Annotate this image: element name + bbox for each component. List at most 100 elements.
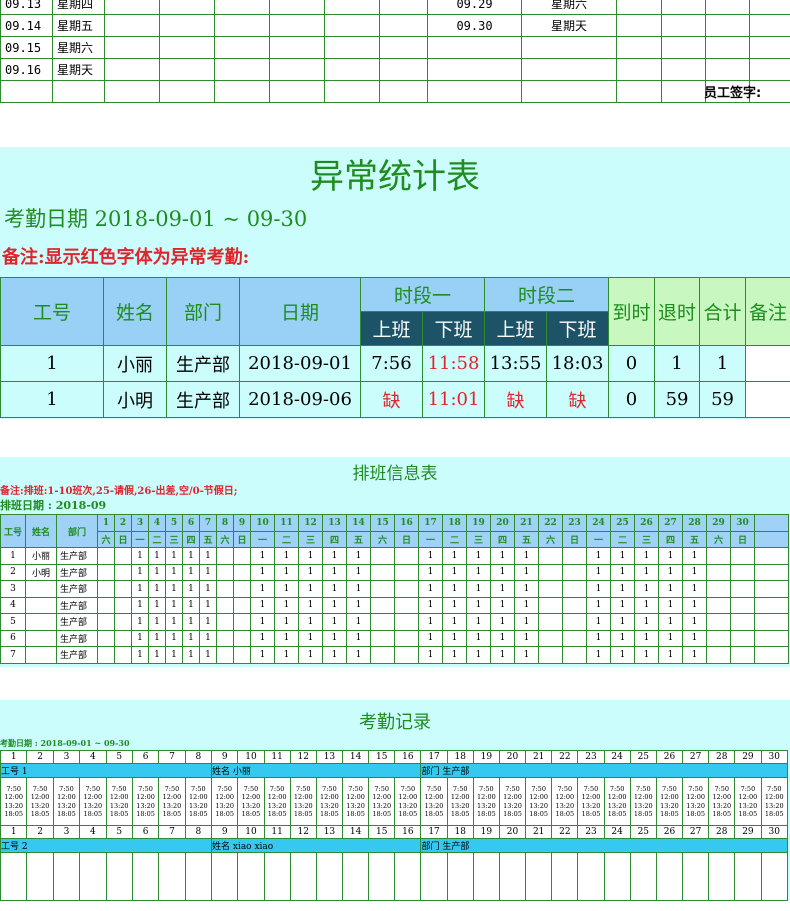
- cell-punches[interactable]: 7:50 12:00 13:20 18:05: [682, 777, 710, 826]
- cell-shift[interactable]: 1: [199, 580, 217, 598]
- cell-punches[interactable]: [525, 852, 553, 901]
- cell[interactable]: [379, 80, 428, 103]
- cell-shift[interactable]: 1: [586, 629, 611, 647]
- cell-shift[interactable]: 1: [199, 547, 217, 565]
- cell-shift[interactable]: 1: [682, 629, 707, 647]
- cell-shift[interactable]: 1: [322, 629, 347, 647]
- cell-shift[interactable]: 1: [466, 547, 491, 565]
- cell[interactable]: [324, 0, 380, 15]
- cell-shift[interactable]: 1: [131, 613, 149, 631]
- cell-punches[interactable]: [0, 852, 28, 901]
- cell-shift[interactable]: 1: [490, 547, 515, 565]
- cell[interactable]: [427, 80, 522, 103]
- cell-total[interactable]: 59: [699, 381, 747, 418]
- cell-weekday[interactable]: 星期五: [52, 14, 105, 37]
- cell-shift[interactable]: [730, 547, 755, 565]
- cell-punches[interactable]: 7:50 12:00 13:20 18:05: [629, 777, 657, 826]
- cell[interactable]: [661, 80, 706, 103]
- cell-shift[interactable]: [706, 613, 731, 631]
- cell-shift[interactable]: [233, 547, 251, 565]
- cell-punches[interactable]: 7:50 12:00 13:20 18:05: [655, 777, 684, 826]
- cell-shift[interactable]: 1: [490, 563, 515, 581]
- cell-shift[interactable]: [730, 596, 755, 614]
- cell-shift[interactable]: 1: [182, 563, 200, 581]
- cell[interactable]: [159, 14, 215, 37]
- cell-dept[interactable]: 生产部: [56, 563, 98, 581]
- cell-punches[interactable]: [263, 852, 291, 901]
- cell-shift[interactable]: 1: [131, 629, 149, 647]
- cell-date[interactable]: 09.13: [0, 0, 53, 15]
- cell-shift[interactable]: 1: [418, 547, 443, 565]
- cell-shift[interactable]: 1: [418, 580, 443, 598]
- cell-id[interactable]: 1: [0, 345, 104, 382]
- cell-punches[interactable]: 7:50 12:00 13:20 18:05: [394, 777, 422, 826]
- cell-shift[interactable]: 1: [514, 629, 539, 647]
- cell-shift[interactable]: 1: [586, 563, 611, 581]
- cell-shift[interactable]: 1: [418, 629, 443, 647]
- cell-punches[interactable]: 7:50 12:00 13:20 18:05: [420, 777, 448, 826]
- cell-shift[interactable]: 1: [442, 646, 467, 664]
- cell-punches[interactable]: 7:50 12:00 13:20 18:05: [551, 777, 579, 826]
- cell-remark[interactable]: [745, 345, 790, 382]
- cell-shift[interactable]: 1: [322, 646, 347, 664]
- cell-punches[interactable]: 7:50 12:00 13:20 18:05: [131, 777, 160, 826]
- cell-punches[interactable]: [368, 852, 396, 901]
- cell-shift[interactable]: 1: [514, 563, 539, 581]
- cell-weekday[interactable]: 星期六: [52, 36, 105, 59]
- cell-punches[interactable]: 7:50 12:00 13:20 18:05: [210, 777, 239, 826]
- cell-punches[interactable]: [237, 852, 265, 901]
- cell-shift[interactable]: 1: [418, 613, 443, 631]
- cell-punches[interactable]: [603, 852, 631, 901]
- cell-shift[interactable]: [538, 613, 563, 631]
- cell-id[interactable]: 5: [0, 613, 26, 631]
- cell-shift[interactable]: 1: [199, 629, 217, 647]
- cell[interactable]: [379, 58, 428, 81]
- cell-punches[interactable]: 7:50 12:00 13:20 18:05: [263, 777, 291, 826]
- cell-shift[interactable]: 1: [610, 596, 635, 614]
- cell-shift[interactable]: 1: [490, 580, 515, 598]
- cell-punches[interactable]: [105, 852, 133, 901]
- cell-shift[interactable]: [730, 646, 755, 664]
- cell-shift[interactable]: 1: [514, 596, 539, 614]
- cell-shift[interactable]: 1: [586, 547, 611, 565]
- cell-punches[interactable]: 7:50 12:00 13:20 18:05: [368, 777, 396, 826]
- cell[interactable]: [214, 80, 270, 103]
- cell[interactable]: [754, 580, 789, 598]
- cell-shift[interactable]: [562, 596, 587, 614]
- cell-shift[interactable]: 1: [442, 629, 467, 647]
- cell[interactable]: [159, 0, 215, 15]
- cell-punches[interactable]: [158, 852, 186, 901]
- cell-shift[interactable]: [370, 547, 395, 565]
- cell-shift[interactable]: 1: [165, 563, 183, 581]
- cell-shift[interactable]: 1: [322, 563, 347, 581]
- cell[interactable]: [104, 80, 160, 103]
- cell-date[interactable]: 09.15: [0, 36, 53, 59]
- cell-punches[interactable]: [498, 852, 527, 901]
- cell[interactable]: [749, 0, 790, 15]
- cell-shift[interactable]: 1: [182, 646, 200, 664]
- cell[interactable]: [661, 0, 706, 15]
- cell-out-2[interactable]: 18:03: [546, 345, 610, 382]
- cell-name[interactable]: [25, 629, 57, 647]
- cell-early[interactable]: 1: [654, 345, 701, 382]
- cell[interactable]: [214, 0, 270, 15]
- cell-shift[interactable]: [538, 646, 563, 664]
- cell-shift[interactable]: 1: [682, 646, 707, 664]
- cell-punches[interactable]: [52, 852, 81, 901]
- cell-shift[interactable]: 1: [442, 596, 467, 614]
- cell-shift[interactable]: 1: [298, 629, 323, 647]
- cell-dept[interactable]: 生产部: [56, 547, 98, 565]
- cell[interactable]: [427, 58, 522, 81]
- cell-in-2[interactable]: 13:55: [484, 345, 548, 382]
- cell-shift[interactable]: [562, 563, 587, 581]
- cell-shift[interactable]: [706, 596, 731, 614]
- cell-punches[interactable]: [184, 852, 213, 901]
- cell[interactable]: [159, 80, 215, 103]
- cell-shift[interactable]: [233, 613, 251, 631]
- cell-punches[interactable]: 7:50 12:00 13:20 18:05: [26, 777, 54, 826]
- cell[interactable]: [521, 80, 617, 103]
- cell-id[interactable]: 2: [0, 563, 26, 581]
- cell-punches[interactable]: [577, 852, 605, 901]
- cell-shift[interactable]: 1: [274, 547, 299, 565]
- cell-shift[interactable]: [216, 563, 234, 581]
